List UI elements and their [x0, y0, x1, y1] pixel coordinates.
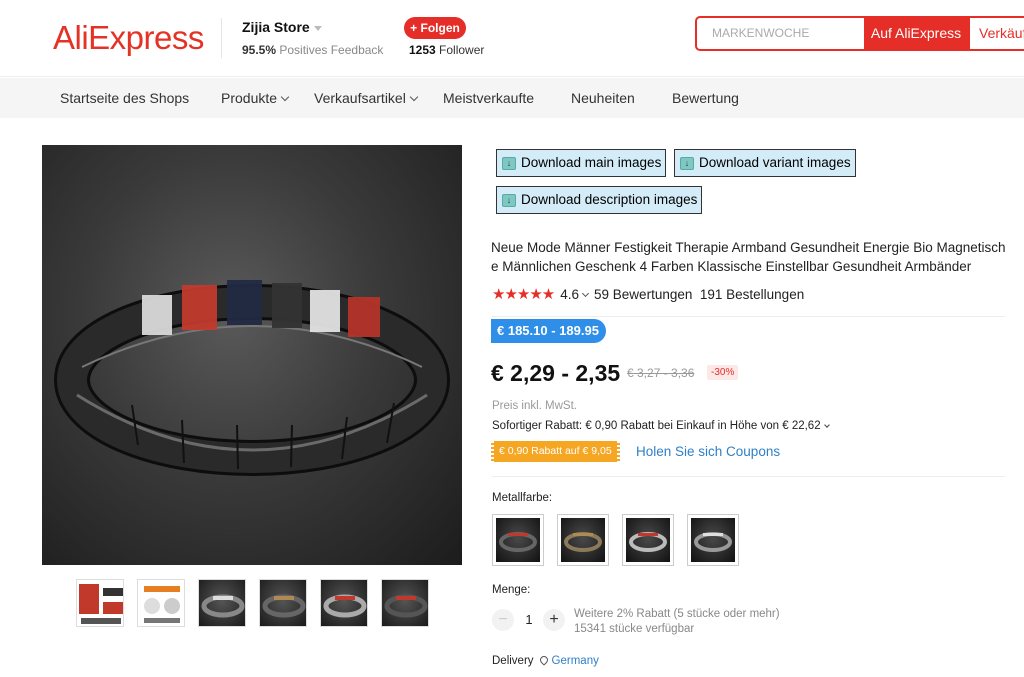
chevron-down-icon [409, 92, 419, 102]
download-description-images-button[interactable]: ↓ Download description images [496, 186, 703, 214]
thumbnail-2[interactable] [137, 579, 185, 627]
divider [492, 316, 1005, 317]
stock-available: 15341 stücke verfügbar [574, 623, 695, 635]
swatch-image [561, 518, 605, 562]
thumbnail-graphic [384, 594, 428, 618]
follow-button[interactable]: + Folgen [404, 17, 466, 39]
store-nav: Startseite des Shops Produkte Verkaufsar… [0, 78, 1024, 118]
quantity-increase-button[interactable]: + [543, 609, 565, 631]
download-icon: ↓ [502, 157, 516, 170]
thumbnail-graphic [144, 586, 180, 623]
rating-stars: ★★★★★ [492, 286, 555, 303]
quantity-input[interactable]: 1 [520, 612, 538, 627]
quantity-decrease-button[interactable]: − [492, 609, 514, 631]
thumbnail-graphic [201, 594, 245, 618]
review-count[interactable]: 59 Bewertungen [594, 287, 692, 302]
coupon-badge: € 0,90 Rabatt auf € 9,05 [490, 441, 621, 462]
store-name[interactable]: Zijia Store [242, 19, 322, 35]
site-header: AliExpress Zijia Store 95.5% Positives F… [0, 0, 1024, 77]
swatch-image [626, 518, 670, 562]
color-swatch-3[interactable] [622, 514, 674, 566]
quantity-info: Weitere 2% Rabatt (5 stücke oder mehr) 15… [574, 607, 780, 637]
nav-item-reviews[interactable]: Bewertung [672, 90, 739, 106]
store-feedback: 95.5% Positives Feedback [242, 43, 384, 57]
thumbnail-1[interactable] [76, 579, 124, 627]
product-main-image[interactable] [42, 145, 462, 565]
color-swatch-4[interactable] [687, 514, 739, 566]
nav-item-sale[interactable]: Verkaufsartikel [314, 90, 419, 106]
order-count: 191 Bestellungen [699, 287, 805, 302]
quantity-label: Menge: [492, 584, 531, 596]
chevron-down-icon[interactable] [313, 25, 322, 31]
download-icon: ↓ [680, 157, 694, 170]
color-label: Metallfarbe: [492, 492, 553, 504]
download-variant-images-button[interactable]: ↓ Download variant images [674, 149, 856, 177]
price-range-badge: € 185.10 - 189.95 [491, 319, 606, 343]
instant-discount[interactable]: Sofortiger Rabatt: € 0,90 Rabatt bei Ein… [492, 420, 830, 432]
thumbnail-6[interactable] [381, 579, 429, 627]
current-price: € 2,29 - 2,35 [491, 360, 621, 386]
color-swatch-1[interactable] [492, 514, 544, 566]
location-pin-icon [537, 654, 550, 666]
nav-item-bestsellers[interactable]: Meistverkaufte [443, 90, 534, 106]
search-aliexpress-button[interactable]: Auf AliExpress [864, 16, 968, 51]
swatch-image [691, 518, 735, 562]
bulk-discount: Weitere 2% Rabatt (5 stücke oder mehr) [574, 608, 780, 620]
follower-count: 1253 Follower [409, 43, 485, 57]
download-icon: ↓ [502, 194, 516, 207]
search-store-button[interactable]: Verkäufer [968, 16, 1024, 51]
thumbnail-4[interactable] [259, 579, 307, 627]
search-input[interactable]: MARKENWOCHE [695, 16, 865, 51]
nav-item-products[interactable]: Produkte [221, 90, 290, 106]
aliexpress-logo[interactable]: AliExpress [53, 19, 204, 57]
thumbnail-graphic [323, 594, 367, 618]
rating-value[interactable]: 4.6 [560, 287, 579, 302]
color-swatch-2[interactable] [557, 514, 609, 566]
thumbnail-graphic [262, 594, 306, 618]
thumbnail-graphic [79, 584, 123, 624]
nav-item-home[interactable]: Startseite des Shops [60, 90, 189, 106]
rating-row: ★★★★★ 4.6 59 Bewertungen 191 Bestellungen [492, 285, 804, 303]
swatch-graphic [629, 532, 667, 552]
bracelet-image [54, 280, 450, 476]
tax-note: Preis inkl. MwSt. [492, 400, 577, 412]
chevron-down-icon[interactable] [581, 289, 590, 298]
thumbnail-5[interactable] [320, 579, 368, 627]
swatch-graphic [694, 532, 732, 552]
chevron-down-icon [280, 92, 290, 102]
delivery-country-link[interactable]: Germany [552, 655, 599, 667]
swatch-image [496, 518, 540, 562]
header-divider [221, 18, 222, 58]
divider [492, 476, 1005, 477]
chevron-down-icon [823, 422, 830, 428]
swatch-graphic [564, 532, 602, 552]
nav-item-new[interactable]: Neuheiten [571, 90, 635, 106]
download-main-images-button[interactable]: ↓ Download main images [496, 149, 667, 177]
get-coupons-link[interactable]: Holen Sie sich Coupons [636, 444, 780, 459]
swatch-graphic [499, 532, 537, 552]
discount-badge: -30% [707, 365, 739, 380]
delivery-row: Delivery Germany [492, 654, 599, 667]
product-title: Neue Mode Männer Festigkeit Therapie Arm… [491, 240, 1006, 274]
thumbnail-3[interactable] [198, 579, 246, 627]
original-price: € 3,27 - 3,36 [627, 366, 695, 380]
